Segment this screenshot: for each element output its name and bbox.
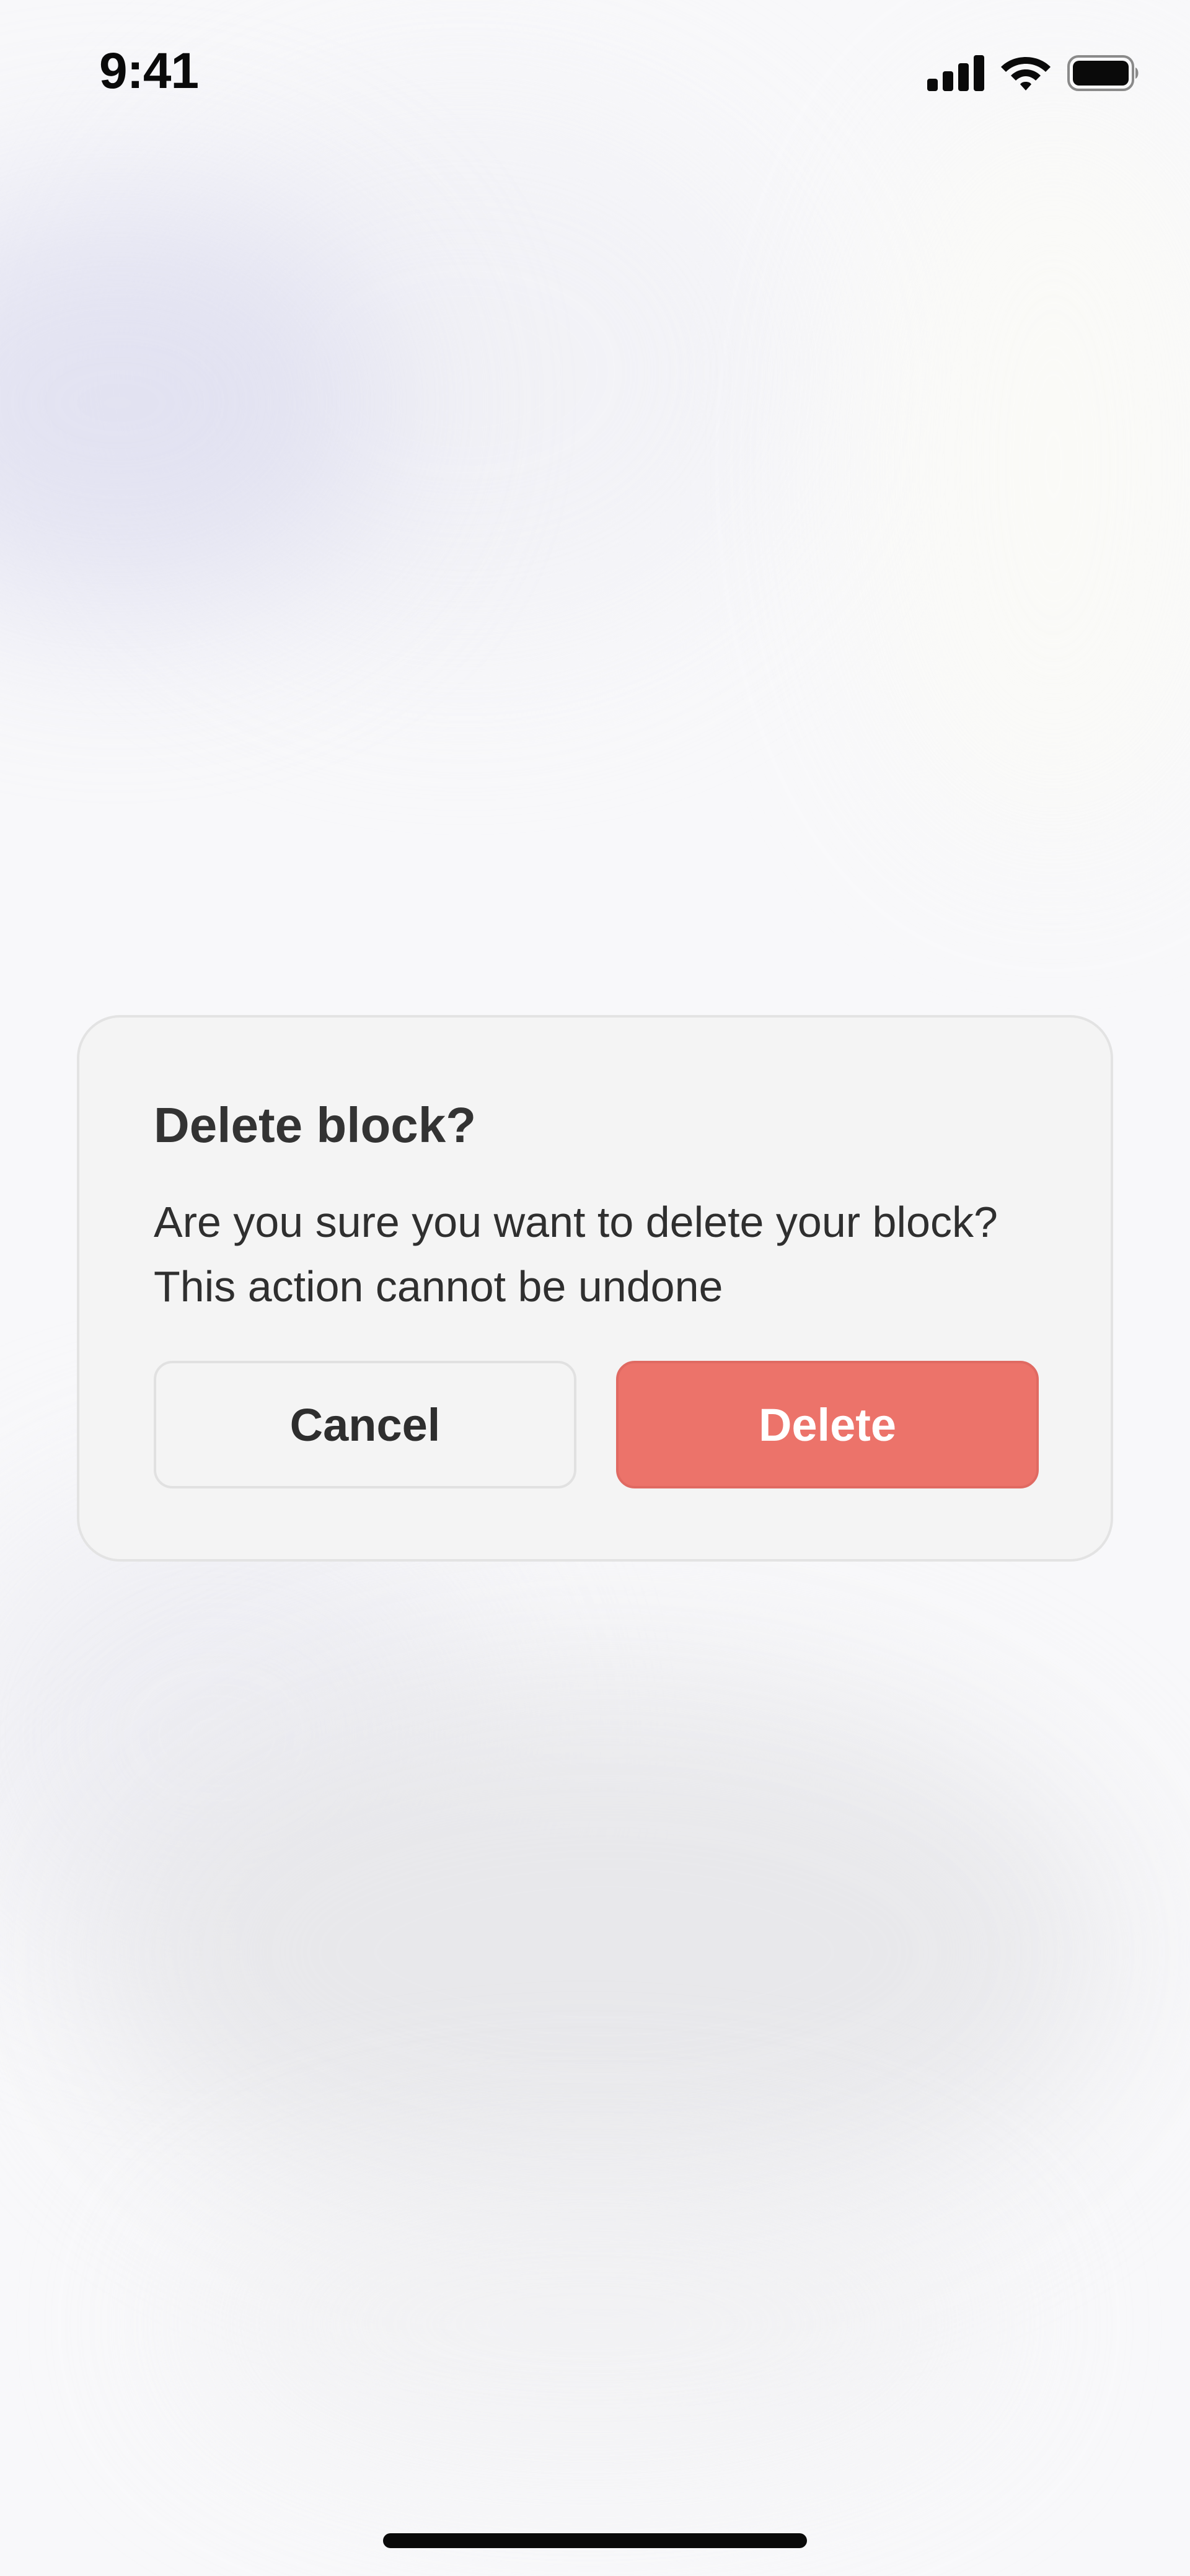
status-time: 9:41 [99,43,199,99]
dialog-title: Delete block? [154,1097,477,1153]
wifi-icon [1001,57,1051,90]
status-bar: 9:41 [0,0,1190,149]
home-indicator[interactable] [383,2533,807,2548]
delete-button[interactable]: Delete [616,1361,1039,1488]
dialog-message: Are you sure you want to delete your blo… [154,1198,998,1311]
cancel-button[interactable]: Cancel [154,1361,576,1488]
delete-confirmation-dialog: Delete block? Are you sure you want to d… [77,1015,1113,1562]
battery-icon [1067,55,1139,91]
status-icons [927,53,1140,93]
cellular-signal-icon [927,55,984,91]
